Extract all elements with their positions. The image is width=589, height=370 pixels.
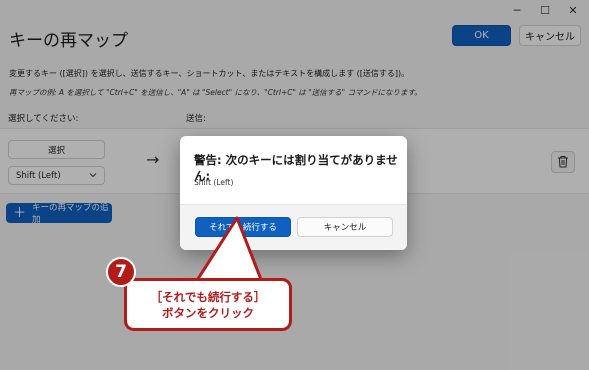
callout-pointer: [194, 216, 264, 284]
callout-line-1: ［それでも続行する］: [150, 290, 266, 304]
callout-label: ［それでも続行する］ ボタンをクリック: [124, 278, 292, 331]
callout-line-2: ボタンをクリック: [162, 306, 254, 320]
step-number-badge: 7: [106, 257, 136, 287]
